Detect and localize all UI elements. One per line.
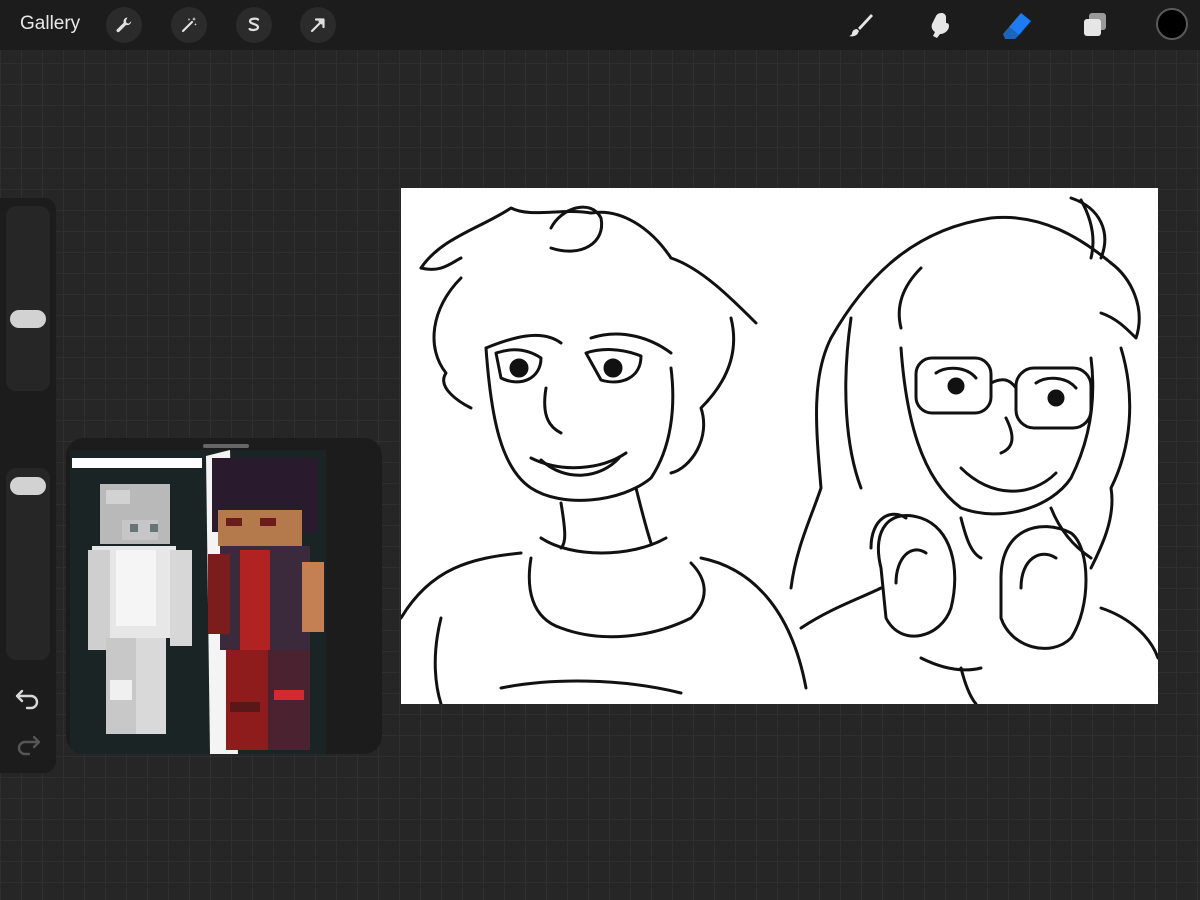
undo-button[interactable]	[14, 684, 42, 712]
adjustments-button[interactable]	[171, 7, 207, 43]
opacity-thumb[interactable]	[10, 477, 46, 495]
selection-button[interactable]	[236, 7, 272, 43]
eraser-icon	[1001, 10, 1033, 40]
actions-button[interactable]	[106, 7, 142, 43]
layers-button[interactable]	[1078, 8, 1112, 42]
smudge-icon	[924, 10, 954, 40]
drawing-canvas[interactable]	[401, 188, 1158, 704]
redo-icon	[14, 735, 42, 762]
opacity-slider[interactable]	[6, 468, 50, 660]
line-art-sketch	[401, 196, 1158, 704]
redo-button[interactable]	[14, 730, 42, 758]
gallery-button[interactable]: Gallery	[20, 13, 80, 35]
undo-icon	[14, 689, 42, 716]
brush-tool-button[interactable]	[844, 8, 878, 42]
transform-button[interactable]	[300, 7, 336, 43]
selection-s-icon	[244, 15, 264, 35]
magic-wand-icon	[179, 15, 199, 35]
brush-size-thumb[interactable]	[10, 310, 46, 328]
eraser-tool-button[interactable]	[1000, 8, 1034, 42]
left-sidebar	[0, 198, 56, 773]
smudge-tool-button[interactable]	[922, 8, 956, 42]
wrench-icon	[114, 15, 134, 35]
reference-window[interactable]	[66, 438, 382, 754]
transform-arrow-icon	[308, 15, 328, 35]
top-toolbar: Gallery	[0, 0, 1200, 50]
brush-icon	[846, 10, 876, 40]
reference-drag-handle[interactable]	[203, 444, 249, 448]
brush-size-slider[interactable]	[6, 206, 50, 391]
reference-image	[70, 450, 326, 754]
color-picker-button[interactable]	[1156, 8, 1188, 40]
layers-icon	[1080, 10, 1110, 40]
